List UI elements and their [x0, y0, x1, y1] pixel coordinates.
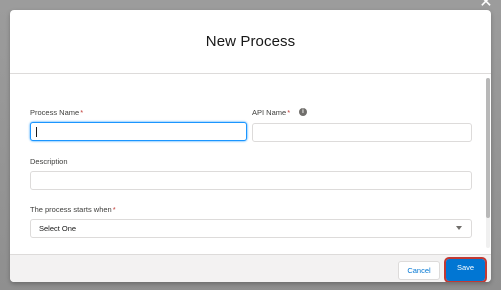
- info-icon[interactable]: i: [299, 108, 307, 116]
- close-icon[interactable]: ✕: [479, 0, 493, 11]
- process-name-input[interactable]: [30, 122, 247, 141]
- api-name-label: API Name*: [252, 108, 290, 117]
- scrollbar-thumb[interactable]: [486, 78, 490, 218]
- required-mark: *: [287, 108, 291, 117]
- new-process-modal: New Process Process Name* API Name* i De…: [10, 10, 491, 282]
- process-starts-when-label: The process starts when*: [30, 205, 116, 214]
- description-label: Description: [30, 157, 68, 166]
- modal-footer: Cancel Save: [10, 254, 491, 282]
- modal-body: Process Name* API Name* i Description Th…: [10, 74, 491, 254]
- description-input[interactable]: [30, 171, 472, 190]
- process-starts-when-select[interactable]: Select One: [30, 219, 472, 238]
- api-name-label-text: API Name: [252, 108, 287, 117]
- text-cursor: [36, 127, 37, 137]
- process-name-label: Process Name*: [30, 108, 83, 117]
- modal-title: New Process: [205, 33, 296, 50]
- chevron-down-icon: [456, 226, 462, 230]
- save-button[interactable]: Save: [444, 257, 487, 282]
- process-name-label-text: Process Name: [30, 108, 80, 117]
- modal-header: New Process: [10, 10, 491, 74]
- required-mark: *: [80, 108, 84, 117]
- required-mark: *: [112, 205, 116, 214]
- cancel-button[interactable]: Cancel: [398, 261, 440, 280]
- scrollbar[interactable]: [486, 78, 490, 248]
- api-name-input[interactable]: [252, 123, 472, 142]
- select-value: Select One: [39, 224, 77, 233]
- process-starts-when-label-text: The process starts when: [30, 205, 112, 214]
